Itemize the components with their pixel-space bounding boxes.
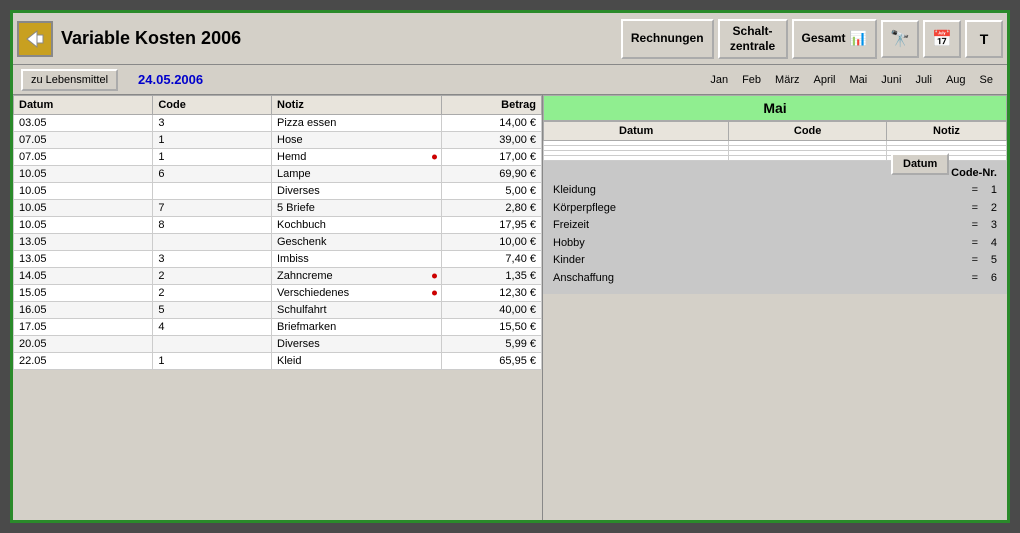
code-legend: Code-Nr. Kleidung = 1 Körperpflege = 2 F…	[543, 161, 1007, 294]
tab-april[interactable]: April	[808, 72, 842, 88]
table-row: 15.05 2 Verschiedenes 12,30 €	[14, 285, 542, 302]
table-row: 22.05 1 Kleid 65,95 €	[14, 353, 542, 370]
code-legend-item: Anschaffung = 6	[553, 270, 997, 288]
table-row: 17.05 4 Briefmarken 15,50 €	[14, 319, 542, 336]
tab-juni[interactable]: Juni	[875, 72, 907, 88]
header-datum: Datum	[14, 96, 153, 115]
app-icon	[17, 21, 53, 57]
month-tabs: Jan Feb März April Mai Juni Juli Aug Se	[704, 72, 999, 88]
table-row: 03.05 3 Pizza essen 14,00 €	[14, 115, 542, 132]
table-row: 14.05 2 Zahncreme 1,35 €	[14, 268, 542, 285]
right-header-code: Code	[729, 122, 887, 141]
chart-icon: 📊	[850, 30, 867, 47]
code-legend-item: Kleidung = 1	[553, 182, 997, 200]
code-legend-item: Freizeit = 3	[553, 217, 997, 235]
table-row: 07.05 1 Hose 39,00 €	[14, 132, 542, 149]
header-notiz: Notiz	[272, 96, 442, 115]
table-row: 13.05 Geschenk 10,00 €	[14, 234, 542, 251]
subtitle-bar: zu Lebensmittel 24.05.2006 Jan Feb März …	[13, 65, 1007, 95]
right-table-header-row: Datum Code Notiz	[544, 122, 1007, 141]
right-header-notiz: Notiz	[887, 122, 1007, 141]
tab-marz[interactable]: März	[769, 72, 805, 88]
gesamt-button[interactable]: Gesamt 📊	[792, 19, 877, 59]
month-header: Mai	[543, 95, 1007, 121]
binoculars-button[interactable]: 🔭	[881, 20, 919, 58]
calendar-icon: 📅	[932, 29, 952, 49]
right-table: Datum Code Notiz Datum	[543, 121, 1007, 161]
table-row: 16.05 5 Schulfahrt 40,00 €	[14, 302, 542, 319]
right-header-datum: Datum	[544, 122, 729, 141]
table-row: 10.05 8 Kochbuch 17,95 €	[14, 217, 542, 234]
main-window: Variable Kosten 2006 Rechnungen Schalt- …	[10, 10, 1010, 523]
datum-button[interactable]: Datum	[891, 153, 949, 175]
calendar-button[interactable]: 📅	[923, 20, 961, 58]
main-table: Datum Code Notiz Betrag 03.05 3 Pizza es…	[13, 95, 542, 370]
table-row: 07.05 1 Hemd 17,00 €	[14, 149, 542, 166]
window-title: Variable Kosten 2006	[61, 28, 621, 49]
code-legend-item: Kinder = 5	[553, 252, 997, 270]
current-date: 24.05.2006	[138, 72, 203, 87]
left-table-area: Datum Code Notiz Betrag 03.05 3 Pizza es…	[13, 95, 543, 520]
binoculars-icon: 🔭	[890, 29, 910, 49]
rechnungen-button[interactable]: Rechnungen	[621, 19, 714, 59]
toolbar: Rechnungen Schalt- zentrale Gesamt 📊 🔭 📅…	[621, 19, 1003, 59]
tab-feb[interactable]: Feb	[736, 72, 767, 88]
table-row: 13.05 3 Imbiss 7,40 €	[14, 251, 542, 268]
table-row: 20.05 Diverses 5,99 €	[14, 336, 542, 353]
code-legend-rows: Kleidung = 1 Körperpflege = 2 Freizeit =…	[553, 182, 997, 288]
lebensmittel-button[interactable]: zu Lebensmittel	[21, 69, 118, 91]
tab-jan[interactable]: Jan	[704, 72, 734, 88]
tab-juli[interactable]: Juli	[909, 72, 938, 88]
right-panel: Mai Datum Code Notiz	[543, 95, 1007, 520]
table-row: 10.05 Diverses 5,00 €	[14, 183, 542, 200]
tab-aug[interactable]: Aug	[940, 72, 972, 88]
table-row: 10.05 6 Lampe 69,90 €	[14, 166, 542, 183]
content-area: Datum Code Notiz Betrag 03.05 3 Pizza es…	[13, 95, 1007, 520]
tab-sep[interactable]: Se	[974, 72, 999, 88]
tab-mai[interactable]: Mai	[844, 72, 874, 88]
schaltzentrale-button[interactable]: Schalt- zentrale	[718, 19, 788, 59]
title-bar: Variable Kosten 2006 Rechnungen Schalt- …	[13, 13, 1007, 65]
code-legend-item: Hobby = 4	[553, 235, 997, 253]
table-header-row: Datum Code Notiz Betrag	[14, 96, 542, 115]
arrow-icon	[23, 27, 47, 51]
header-code: Code	[153, 96, 272, 115]
code-legend-item: Körperpflege = 2	[553, 200, 997, 218]
header-betrag: Betrag	[442, 96, 542, 115]
table-row: 10.05 7 5 Briefe 2,80 €	[14, 200, 542, 217]
extra-button[interactable]: T	[965, 20, 1003, 58]
